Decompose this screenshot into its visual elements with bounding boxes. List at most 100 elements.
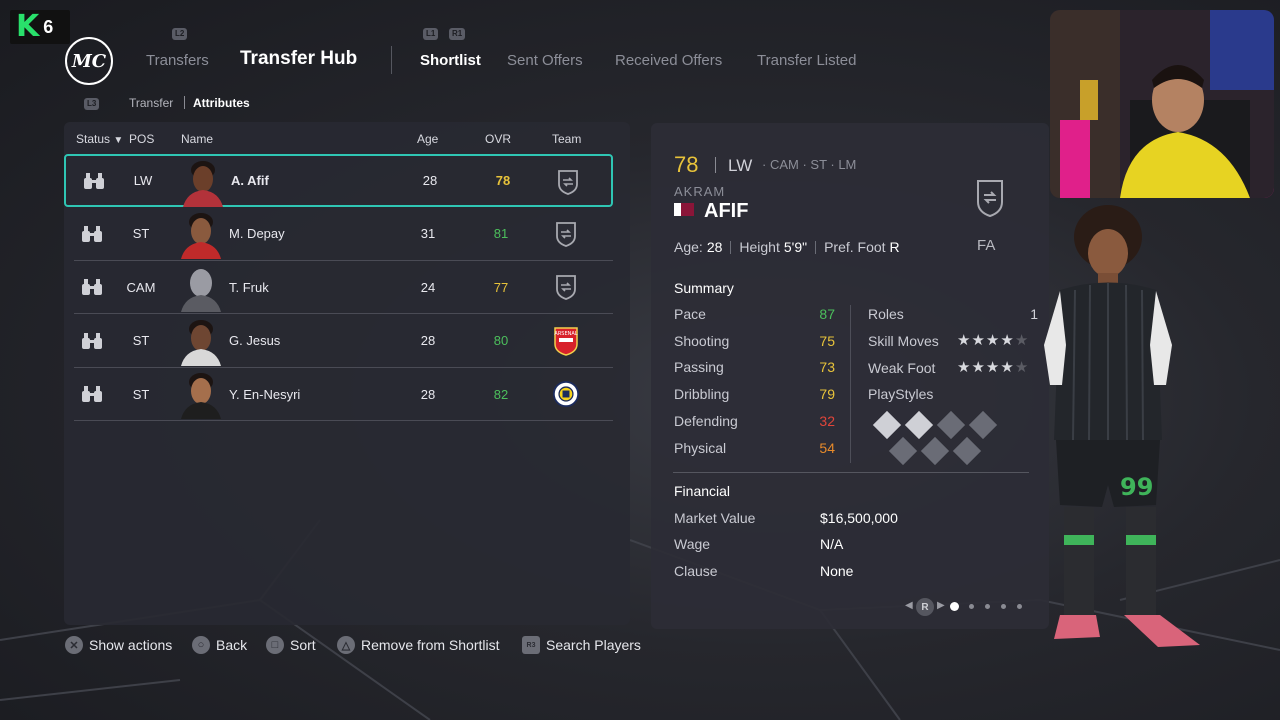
l3-button-hint: L3 <box>84 98 100 110</box>
row-player-name: T. Fruk <box>229 279 269 295</box>
age-label: Age: <box>674 239 703 255</box>
foot-label: Pref. Foot <box>824 239 886 255</box>
header-team[interactable]: Team <box>552 132 581 146</box>
attribute-label: Passing <box>674 359 724 376</box>
weak-foot-label: Weak Foot <box>868 360 936 376</box>
height-value: 5'9" <box>783 239 808 255</box>
breadcrumb-divider <box>184 96 185 109</box>
player-position: LW <box>728 156 753 175</box>
table-row[interactable]: ST M. Depay 31 81 <box>74 208 613 261</box>
star-filled-icon: ★ <box>957 359 972 376</box>
channel-badge: K 6 <box>10 10 70 44</box>
clause-label: Clause <box>674 563 718 579</box>
row-player-name: Y. En-Nesyri <box>229 386 301 402</box>
skill-moves-stars: ★★★★★ <box>957 331 1029 349</box>
star-filled-icon: ★ <box>957 332 972 349</box>
pager-right-arrow-icon[interactable]: ▶ <box>937 600 945 611</box>
star-filled-icon: ★ <box>1000 359 1015 376</box>
row-player-name: M. Depay <box>229 226 285 241</box>
playstyle-icon[interactable] <box>904 410 934 440</box>
header-name[interactable]: Name <box>181 132 213 146</box>
header-ovr[interactable]: OVR <box>485 132 511 146</box>
pager-dot[interactable] <box>1017 604 1022 609</box>
row-age: 28 <box>420 386 436 402</box>
club-shield-icon <box>555 168 581 196</box>
row-ovr: 81 <box>493 226 509 241</box>
remove-from-shortlist-button[interactable]: △ Remove from Shortlist <box>337 636 499 654</box>
shortlist-binoculars-icon[interactable] <box>81 315 103 367</box>
free-agent-shield-icon <box>977 180 1003 218</box>
player-portrait <box>181 158 225 207</box>
show-actions-button[interactable]: ✕ Show actions <box>65 636 172 654</box>
streamer-webcam <box>1050 10 1274 198</box>
player-first-name: AKRAM <box>674 184 726 199</box>
header-pos[interactable]: POS <box>129 132 154 146</box>
playstyle-empty-slot <box>952 436 982 466</box>
attribute-value: 87 <box>819 306 835 322</box>
star-filled-icon: ★ <box>971 332 986 349</box>
height-label: Height <box>739 239 780 255</box>
tab-received-offers[interactable]: Received Offers <box>615 52 722 69</box>
header-status[interactable]: Status ▼ <box>76 132 123 146</box>
badge-number: 6 <box>43 16 54 37</box>
l1-button-hint: L1 <box>423 28 439 40</box>
shortlist-binoculars-icon[interactable] <box>81 261 103 313</box>
skill-moves-label: Skill Moves <box>868 333 939 349</box>
playstyle-empty-slot <box>920 436 950 466</box>
roles-label: Roles <box>868 306 904 322</box>
r-stick-hint: R <box>916 598 934 616</box>
svg-text:ARSENAL: ARSENAL <box>554 331 577 337</box>
table-row[interactable]: ST G. Jesus 28 80 ARSENAL <box>74 315 613 368</box>
sort-label: Sort <box>290 637 316 653</box>
attribute-value: 75 <box>819 332 835 349</box>
weak-foot-stars: ★★★★★ <box>957 358 1029 376</box>
player-club: FA <box>977 237 996 254</box>
pager-dot-active[interactable] <box>950 602 959 611</box>
row-position: ST <box>132 333 150 348</box>
breadcrumb-transfer[interactable]: Transfer <box>129 96 173 110</box>
back-button[interactable]: ○ Back <box>192 636 247 654</box>
table-row[interactable]: CAM T. Fruk 24 77 <box>74 261 613 314</box>
triangle-button-icon: △ <box>337 636 355 654</box>
table-row[interactable]: ST Y. En-Nesyri 28 82 <box>74 368 613 421</box>
attribute-label: Defending <box>674 412 738 429</box>
row-position: LW <box>133 173 153 188</box>
shortlist-binoculars-icon[interactable] <box>81 208 103 260</box>
foot-value: R <box>889 239 900 255</box>
bio-divider <box>815 240 817 254</box>
row-ovr: 78 <box>495 173 511 188</box>
summary-title: Summary <box>674 280 734 296</box>
bio-divider <box>730 240 732 254</box>
shortlist-binoculars-icon[interactable] <box>83 156 105 205</box>
table-row[interactable]: LW A. Afif 28 78 <box>64 154 613 207</box>
shortlist-binoculars-icon[interactable] <box>81 368 103 420</box>
playstyle-icon[interactable] <box>872 410 902 440</box>
tab-sent-offers[interactable]: Sent Offers <box>507 52 583 69</box>
pager-dot[interactable] <box>985 604 990 609</box>
sort-down-icon: ▼ <box>113 135 124 146</box>
fenerbahce-crest-icon <box>553 380 579 408</box>
search-players-button[interactable]: R3 Search Players <box>522 636 641 654</box>
nav-transfers[interactable]: Transfers <box>146 52 209 69</box>
row-position: ST <box>132 226 150 241</box>
star-filled-icon: ★ <box>971 359 986 376</box>
player-3d-model: 99 <box>1044 205 1200 647</box>
sort-button[interactable]: □ Sort <box>266 636 316 654</box>
pager-dot[interactable] <box>1001 604 1006 609</box>
player-portrait <box>179 263 223 312</box>
breadcrumb-attributes[interactable]: Attributes <box>193 96 250 110</box>
star-empty-icon: ★ <box>1014 332 1030 349</box>
pager-dot[interactable] <box>969 604 974 609</box>
summary-divider <box>850 305 851 463</box>
header-age[interactable]: Age <box>417 132 438 146</box>
pager-left-arrow-icon[interactable]: ◀ <box>905 600 913 611</box>
row-ovr: 80 <box>493 333 509 348</box>
kit-number: 99 <box>1120 473 1153 501</box>
tab-shortlist[interactable]: Shortlist <box>420 52 481 69</box>
market-value-label: Market Value <box>674 510 756 526</box>
cross-button-icon: ✕ <box>65 636 83 654</box>
badge-letter: K <box>16 9 40 44</box>
tab-transfer-listed[interactable]: Transfer Listed <box>757 52 857 69</box>
attribute-value: 32 <box>819 412 835 429</box>
page-title: Transfer Hub <box>240 48 358 69</box>
